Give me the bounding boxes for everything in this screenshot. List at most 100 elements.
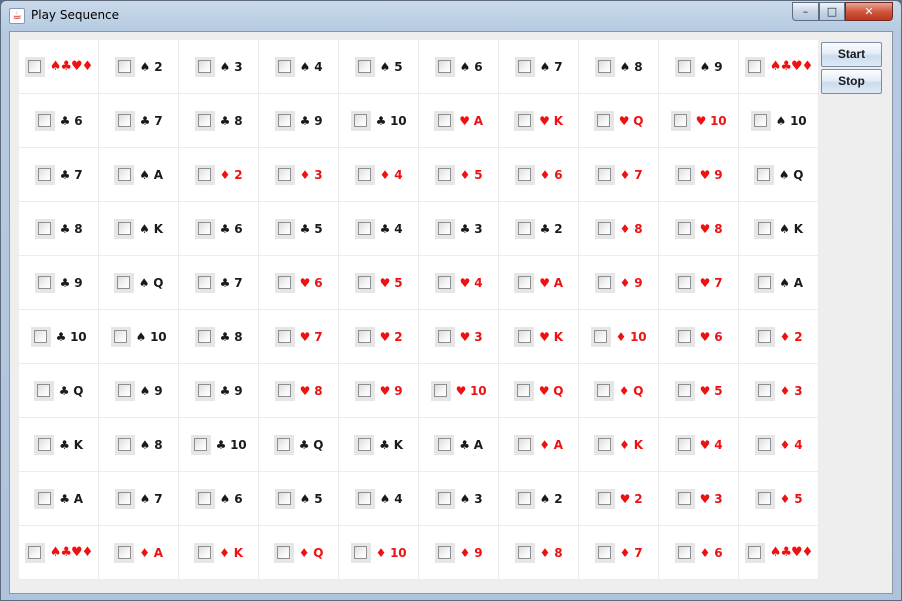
checkbox-box[interactable] — [598, 492, 612, 505]
checkbox-box[interactable] — [117, 276, 131, 289]
checkbox-box[interactable] — [118, 60, 132, 73]
cell-checkbox[interactable] — [674, 164, 695, 185]
cell-checkbox[interactable] — [514, 542, 535, 563]
checkbox-box[interactable] — [678, 384, 692, 397]
cell-checkbox[interactable] — [274, 380, 295, 401]
cell-checkbox[interactable] — [24, 542, 45, 563]
cell-checkbox[interactable] — [430, 380, 451, 401]
cell-checkbox[interactable] — [754, 218, 775, 239]
cell-checkbox[interactable] — [194, 272, 215, 293]
cell-checkbox[interactable] — [354, 56, 375, 77]
checkbox-box[interactable] — [358, 384, 372, 397]
checkbox-box[interactable] — [278, 114, 292, 127]
cell-checkbox[interactable] — [593, 380, 614, 401]
checkbox-box[interactable] — [518, 492, 532, 505]
cell-checkbox[interactable] — [514, 488, 535, 509]
checkbox-box[interactable] — [38, 114, 52, 127]
checkbox-box[interactable] — [198, 384, 212, 397]
cell-checkbox[interactable] — [274, 164, 295, 185]
cell-checkbox[interactable] — [34, 434, 55, 455]
checkbox-box[interactable] — [117, 168, 131, 181]
checkbox-box[interactable] — [678, 492, 692, 505]
checkbox-box[interactable] — [278, 60, 292, 73]
cell-checkbox[interactable] — [514, 434, 535, 455]
start-button[interactable]: Start — [821, 42, 882, 67]
stop-button[interactable]: Stop — [821, 69, 882, 94]
cell-checkbox[interactable] — [750, 110, 771, 131]
checkbox-box[interactable] — [678, 438, 692, 451]
checkbox-box[interactable] — [598, 168, 612, 181]
cell-checkbox[interactable] — [24, 56, 45, 77]
cell-checkbox[interactable] — [194, 56, 215, 77]
maximize-button[interactable]: □ — [819, 2, 845, 21]
checkbox-box[interactable] — [278, 276, 292, 289]
checkbox-box[interactable] — [757, 168, 771, 181]
cell-checkbox[interactable] — [674, 434, 695, 455]
cell-checkbox[interactable] — [594, 164, 615, 185]
cell-checkbox[interactable] — [34, 110, 55, 131]
cell-checkbox[interactable] — [753, 164, 774, 185]
cell-checkbox[interactable] — [514, 164, 535, 185]
checkbox-box[interactable] — [518, 168, 532, 181]
checkbox-box[interactable] — [517, 330, 531, 343]
checkbox-box[interactable] — [278, 330, 292, 343]
cell-checkbox[interactable] — [434, 164, 455, 185]
checkbox-box[interactable] — [278, 384, 292, 397]
checkbox-box[interactable] — [748, 60, 762, 73]
cell-checkbox[interactable] — [194, 488, 215, 509]
cell-checkbox[interactable] — [434, 110, 455, 131]
checkbox-box[interactable] — [354, 546, 368, 559]
checkbox-box[interactable] — [518, 222, 532, 235]
checkbox-box[interactable] — [598, 276, 612, 289]
cell-checkbox[interactable] — [674, 272, 695, 293]
checkbox-box[interactable] — [674, 114, 688, 127]
checkbox-box[interactable] — [118, 492, 132, 505]
checkbox-box[interactable] — [517, 384, 531, 397]
cell-checkbox[interactable] — [273, 434, 294, 455]
cell-checkbox[interactable] — [354, 434, 375, 455]
checkbox-box[interactable] — [748, 546, 762, 559]
checkbox-box[interactable] — [598, 60, 612, 73]
cell-checkbox[interactable] — [354, 272, 375, 293]
checkbox-box[interactable] — [114, 330, 128, 343]
checkbox-box[interactable] — [38, 222, 52, 235]
cell-checkbox[interactable] — [110, 326, 131, 347]
cell-checkbox[interactable] — [514, 272, 535, 293]
cell-checkbox[interactable] — [274, 272, 295, 293]
cell-checkbox[interactable] — [434, 434, 455, 455]
cell-checkbox[interactable] — [194, 164, 215, 185]
checkbox-box[interactable] — [518, 60, 532, 73]
checkbox-box[interactable] — [758, 492, 772, 505]
cell-checkbox[interactable] — [594, 56, 615, 77]
cell-checkbox[interactable] — [354, 326, 375, 347]
cell-checkbox[interactable] — [434, 218, 455, 239]
cell-checkbox[interactable] — [514, 326, 535, 347]
cell-checkbox[interactable] — [114, 110, 135, 131]
checkbox-box[interactable] — [678, 276, 692, 289]
cell-checkbox[interactable] — [514, 56, 535, 77]
cell-checkbox[interactable] — [594, 542, 615, 563]
checkbox-box[interactable] — [438, 276, 452, 289]
cell-checkbox[interactable] — [434, 488, 455, 509]
checkbox-box[interactable] — [37, 438, 51, 451]
cell-checkbox[interactable] — [194, 110, 215, 131]
checkbox-box[interactable] — [678, 222, 692, 235]
cell-checkbox[interactable] — [274, 326, 295, 347]
checkbox-box[interactable] — [438, 330, 452, 343]
cell-checkbox[interactable] — [194, 542, 215, 563]
checkbox-box[interactable] — [117, 546, 131, 559]
cell-checkbox[interactable] — [674, 542, 695, 563]
checkbox-box[interactable] — [198, 492, 212, 505]
cell-checkbox[interactable] — [674, 380, 695, 401]
checkbox-box[interactable] — [38, 276, 52, 289]
checkbox-box[interactable] — [358, 276, 372, 289]
checkbox-box[interactable] — [198, 60, 212, 73]
cell-checkbox[interactable] — [594, 272, 615, 293]
cell-checkbox[interactable] — [674, 326, 695, 347]
cell-checkbox[interactable] — [754, 380, 775, 401]
cell-checkbox[interactable] — [513, 380, 534, 401]
cell-checkbox[interactable] — [273, 542, 294, 563]
cell-checkbox[interactable] — [354, 164, 375, 185]
checkbox-box[interactable] — [517, 114, 531, 127]
checkbox-box[interactable] — [757, 276, 771, 289]
